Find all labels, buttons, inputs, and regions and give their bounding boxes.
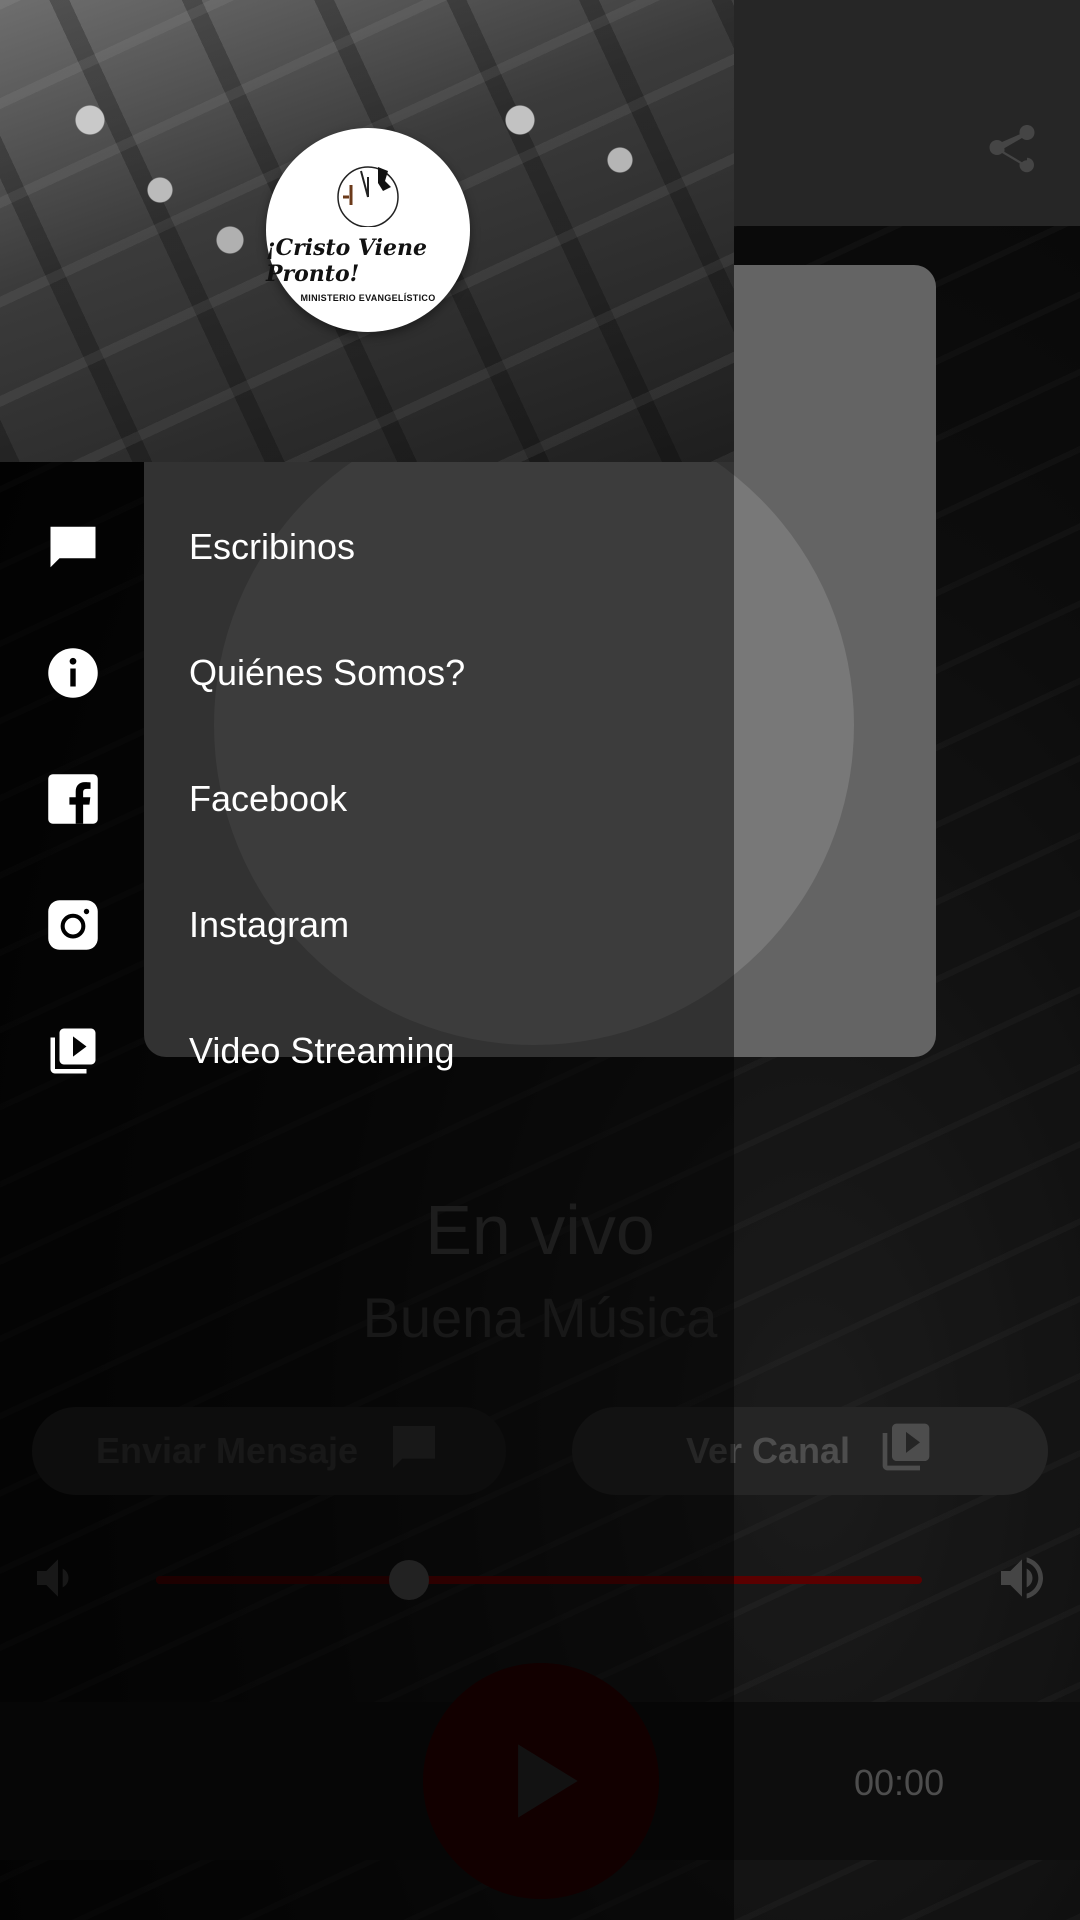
menu-item-label: Quiénes Somos? — [189, 652, 466, 693]
video-library-icon — [46, 1024, 100, 1078]
logo-subtitle: MINISTERIO EVANGELÍSTICO — [300, 293, 436, 303]
clock-angel-icon — [337, 166, 399, 227]
menu-item-quienes-somos[interactable]: Quiénes Somos? — [0, 610, 734, 736]
menu-item-escribinos[interactable]: Escribinos — [0, 484, 734, 610]
menu-item-video-streaming[interactable]: Video Streaming — [0, 988, 734, 1114]
drawer-menu: Escribinos Quiénes Somos? Facebook Insta… — [0, 484, 734, 1114]
drawer-header: ¡Cristo Viene Pronto! MINISTERIO EVANGEL… — [0, 0, 734, 462]
info-icon — [46, 646, 100, 700]
menu-item-label: Escribinos — [189, 526, 356, 567]
menu-item-label: Instagram — [189, 904, 350, 945]
ministry-logo: ¡Cristo Viene Pronto! MINISTERIO EVANGEL… — [266, 128, 470, 332]
menu-item-label: Facebook — [189, 778, 348, 819]
facebook-icon — [46, 772, 100, 826]
menu-item-instagram[interactable]: Instagram — [0, 862, 734, 988]
menu-item-facebook[interactable]: Facebook — [0, 736, 734, 862]
navigation-drawer: ¡Cristo Viene Pronto! MINISTERIO EVANGEL… — [0, 0, 734, 1920]
menu-item-label: Video Streaming — [189, 1030, 455, 1071]
instagram-icon — [46, 898, 100, 952]
message-icon — [46, 520, 100, 574]
logo-title: ¡Cristo Viene Pronto! — [266, 235, 428, 287]
